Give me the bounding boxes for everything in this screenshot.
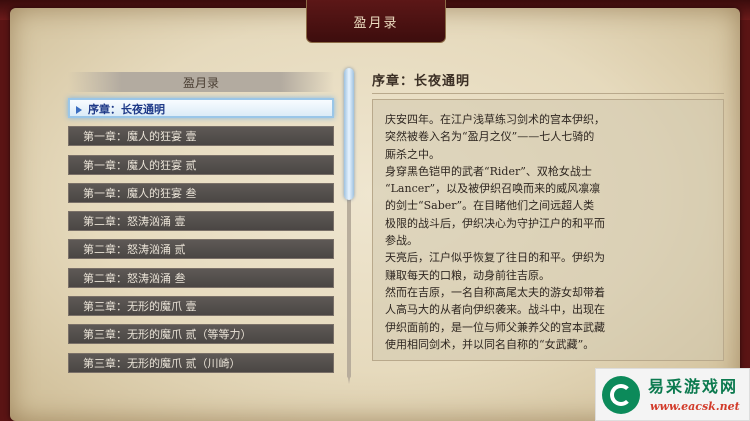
watermark-title: 易采游戏网 [648,377,739,396]
scrollbar-thumb[interactable] [344,68,354,200]
chapter-item-1-2[interactable]: 第一章：魔人的狂宴 贰 [68,154,334,175]
chapter-item-2-3[interactable]: 第二章：怒涛汹涌 叁 [68,267,334,288]
watermark-url: www.eacsk.net [650,400,740,413]
site-watermark: 易采游戏网 www.eacsk.net [595,368,750,421]
story-title: 序章：长夜通明 [372,74,471,89]
chapter-list: 序章：长夜通明 第一章：魔人的狂宴 壹 第一章：魔人的狂宴 贰 第一章：魔人的狂… [68,98,334,381]
chapter-item-3-1[interactable]: 第三章：无形的魔爪 壹 [68,296,334,317]
chapter-list-header: 盈月录 [68,72,334,92]
chapter-item-2-1[interactable]: 第二章：怒涛汹涌 壹 [68,211,334,232]
window-title: 盈月录 [306,0,446,43]
chapter-item-1-3[interactable]: 第一章：魔人的狂宴 叁 [68,182,334,203]
site-logo-icon [602,376,640,414]
chapter-item-3-2-kawasaki[interactable]: 第三章：无形的魔爪 贰（川崎） [68,352,334,373]
chapter-item-2-2[interactable]: 第二章：怒涛汹涌 贰 [68,239,334,260]
chapter-item-1-1[interactable]: 第一章：魔人的狂宴 壹 [68,126,334,147]
scrollbar-tip [347,372,351,384]
story-text: 庆安四年。在江户浅草练习剑术的宫本伊织， 突然被卷入名为“盈月之仪”——七人七骑… [385,113,605,351]
story-text-panel[interactable]: 庆安四年。在江户浅草练习剑术的宫本伊织， 突然被卷入名为“盈月之仪”——七人七骑… [372,99,724,361]
chapter-item-3-2-todoroki[interactable]: 第三章：无形的魔爪 贰（等等力） [68,324,334,345]
chapter-item-prologue[interactable]: 序章：长夜通明 [68,98,334,118]
story-title-divider [372,93,724,94]
